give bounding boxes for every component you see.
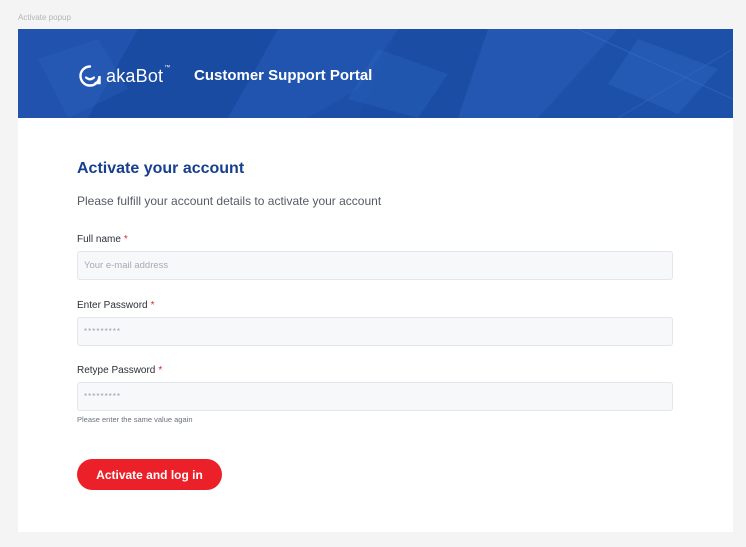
password-input[interactable]: [77, 317, 673, 346]
portal-title: Customer Support Portal: [194, 67, 373, 84]
activate-and-login-button[interactable]: Activate and log in: [77, 459, 222, 490]
brand-trademark: ™: [164, 65, 171, 71]
retype-password-hint: Please enter the same value again: [77, 415, 193, 424]
retype-password-label: Retype Password *: [77, 365, 162, 376]
password-label-text: Enter Password: [77, 300, 148, 311]
frame-label: Activate popup: [18, 13, 71, 22]
full-name-label-text: Full name: [77, 234, 121, 245]
retype-password-input[interactable]: [77, 382, 673, 411]
page-title: Activate your account: [77, 160, 245, 177]
brand-logo: akaBot ™: [78, 63, 170, 89]
brand-name: akaBot: [106, 65, 164, 86]
akabot-logo-icon: [79, 65, 101, 87]
password-label: Enter Password *: [77, 300, 155, 311]
activate-account-card: akaBot ™ Customer Support Portal Activat…: [18, 29, 733, 532]
page-subtitle: Please fulfill your account details to a…: [77, 194, 382, 208]
required-marker: *: [150, 300, 155, 311]
required-marker: *: [158, 365, 163, 376]
header-banner: akaBot ™ Customer Support Portal: [18, 29, 733, 118]
retype-password-label-text: Retype Password: [77, 365, 156, 376]
required-marker: *: [123, 234, 128, 245]
full-name-input[interactable]: [77, 251, 673, 280]
full-name-label: Full name *: [77, 234, 128, 245]
